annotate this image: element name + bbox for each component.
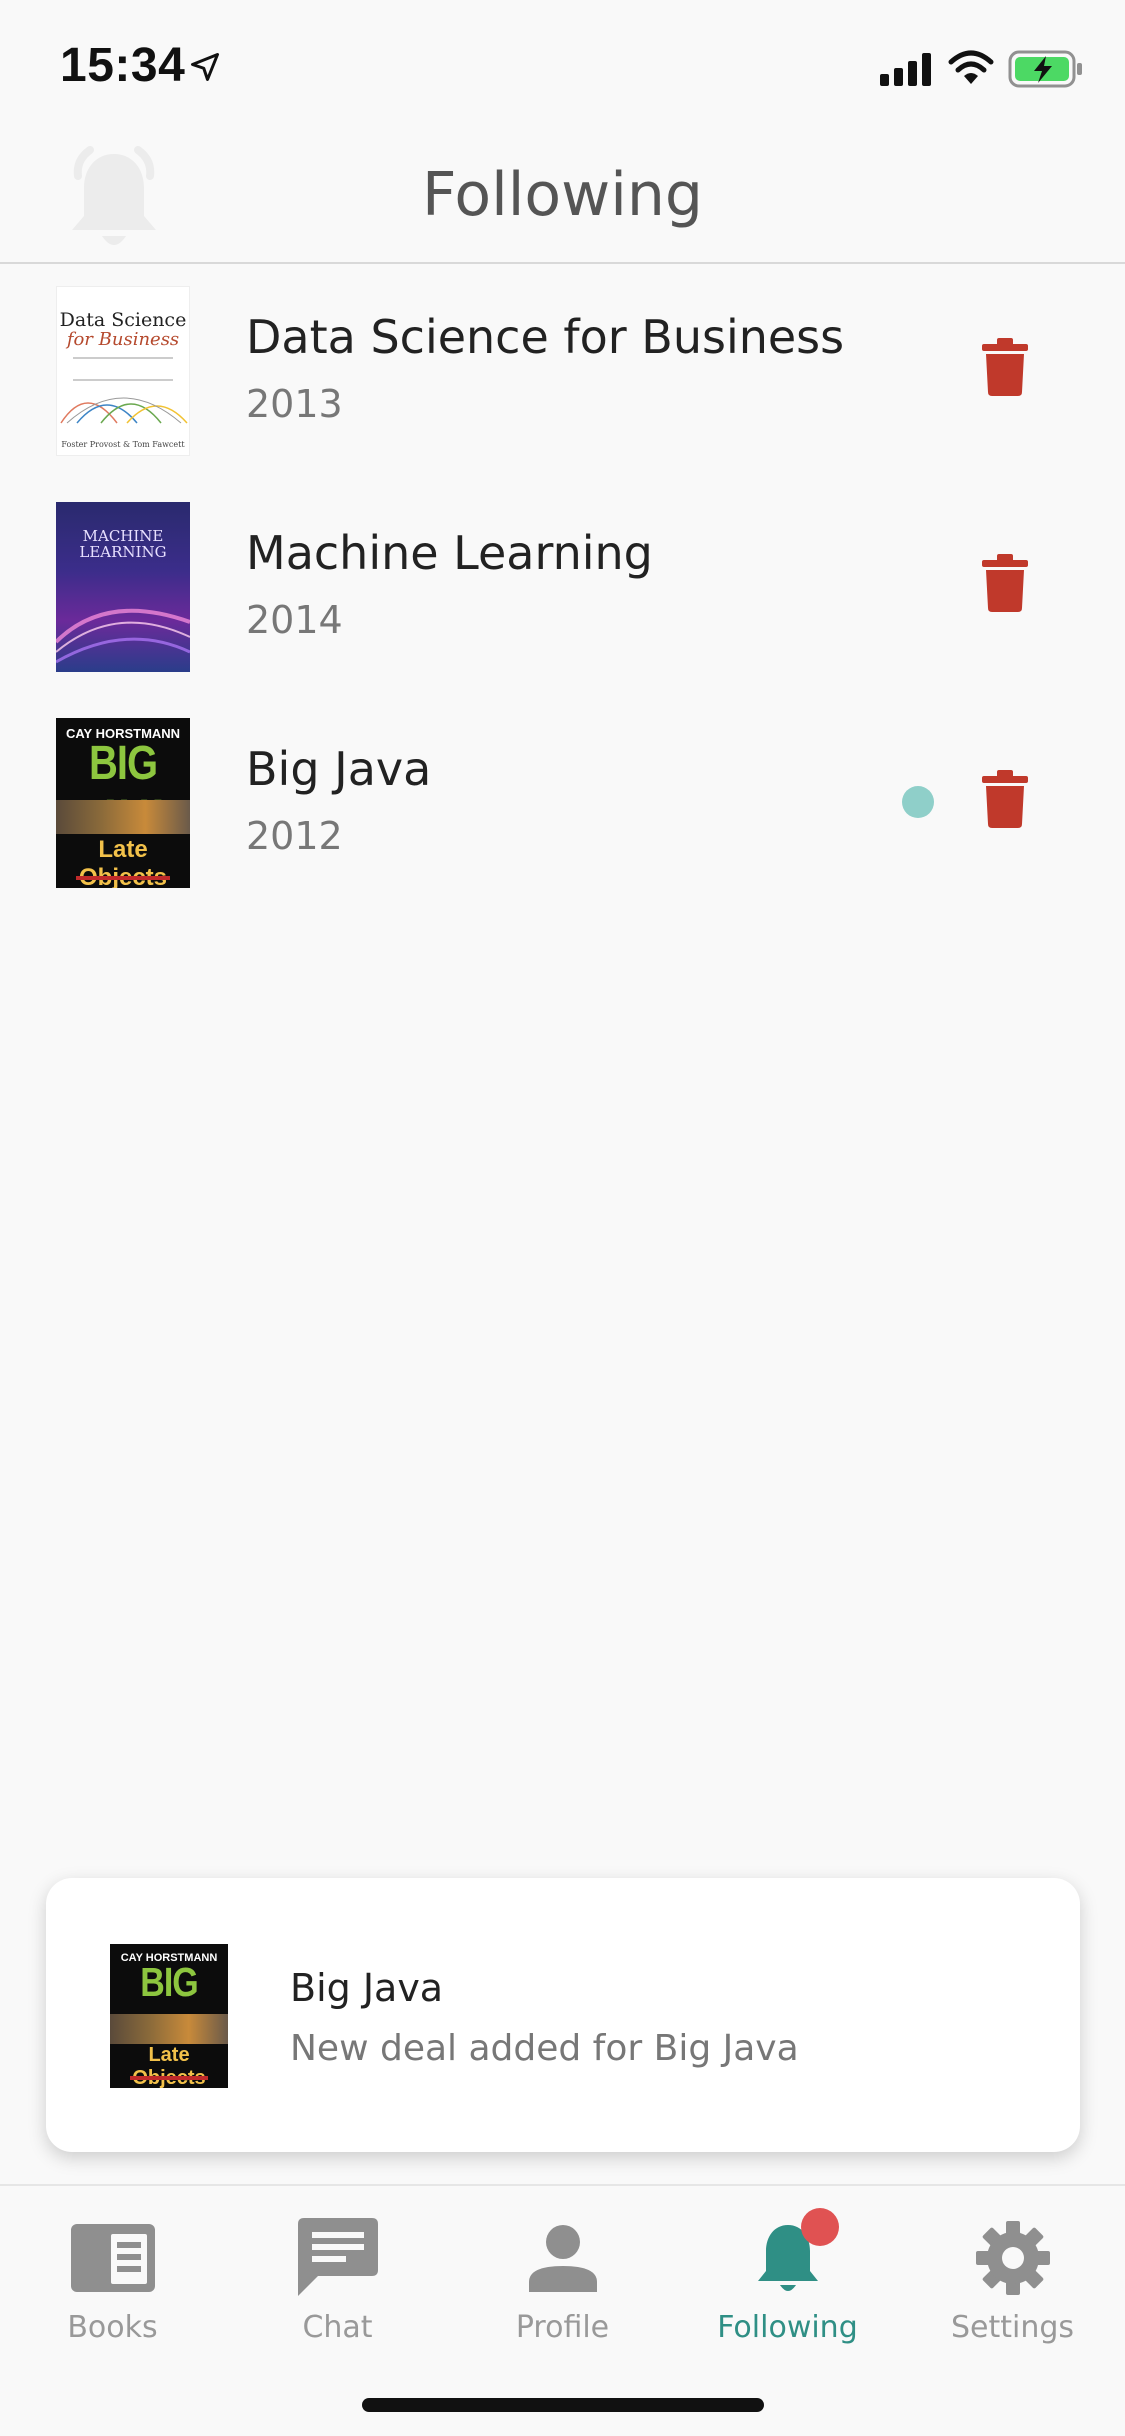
status-bar: 15:34 — [0, 0, 1125, 132]
cover-title: Data Science — [59, 309, 187, 331]
chat-icon — [297, 2218, 378, 2296]
book-cover-image: MACHINE LEARNING — [56, 502, 190, 672]
status-time: 15:34 — [60, 39, 186, 92]
tab-settings[interactable]: Settings — [900, 2198, 1125, 2358]
tab-chat[interactable]: Chat — [225, 2198, 450, 2358]
tab-label: Settings — [950, 2310, 1075, 2345]
person-icon — [528, 2225, 597, 2292]
book-year: 2013 — [246, 382, 343, 426]
location-arrow-icon — [191, 53, 219, 81]
book-cover-image: CAY HORSTMANN BIG JAVA Late Objects — [56, 718, 190, 888]
cover-subtitle: Late Objects — [132, 2044, 206, 2088]
gear-icon — [975, 2221, 1050, 2295]
toast-title: Big Java — [290, 1966, 444, 2010]
tab-label: Books — [67, 2310, 158, 2345]
book-cover-image: Data Science for Business Foster Provost… — [56, 286, 190, 456]
list-item[interactable]: Data Science for Business Foster Provost… — [0, 266, 1125, 482]
book-title: Big Java — [246, 742, 432, 796]
tab-label: Chat — [302, 2310, 373, 2345]
cover-title-line2: LEARNING — [79, 543, 167, 561]
cover-subtitle: for Business — [66, 329, 180, 350]
update-indicator-dot — [902, 786, 934, 818]
delete-trash-icon[interactable] — [982, 554, 1028, 612]
book-year: 2014 — [246, 598, 343, 642]
app-header: Following — [0, 132, 1125, 264]
wifi-icon — [948, 50, 994, 84]
cellular-signal-icon — [880, 53, 931, 86]
book-year: 2012 — [246, 814, 343, 858]
page-title: Following — [422, 160, 703, 230]
cover-authors: Foster Provost & Tom Fawcett — [61, 440, 185, 449]
battery-charging-icon — [1008, 50, 1082, 88]
tab-books[interactable]: Books — [0, 2198, 225, 2358]
list-item[interactable]: CAY HORSTMANN BIG JAVA Late Objects Big … — [0, 698, 1125, 914]
following-screen: 15:34 Following Data Science for Busines… — [0, 0, 1125, 2436]
following-list: Data Science for Business Foster Provost… — [0, 266, 1125, 914]
tab-following[interactable]: Following — [675, 2198, 900, 2358]
tab-label: Profile — [515, 2310, 610, 2345]
tab-profile[interactable]: Profile — [450, 2198, 675, 2358]
book-title: Data Science for Business — [246, 310, 845, 364]
tab-label: Following — [717, 2310, 858, 2345]
cover-subtitle: Late Objects — [79, 836, 167, 888]
book-title: Machine Learning — [246, 526, 653, 580]
toast-message: New deal added for Big Java — [290, 2028, 799, 2069]
delete-trash-icon[interactable] — [982, 770, 1028, 828]
notification-badge — [801, 2208, 839, 2246]
delete-trash-icon[interactable] — [982, 338, 1028, 396]
home-indicator[interactable] — [362, 2398, 764, 2412]
list-item[interactable]: MACHINE LEARNING Machine Learning 2014 — [0, 482, 1125, 698]
toast-book-cover-image: CAY HORSTMANN BIG JAVA Late Objects — [110, 1944, 228, 2088]
notification-toast[interactable]: CAY HORSTMANN BIG JAVA Late Objects Big … — [46, 1878, 1080, 2152]
book-icon — [70, 2224, 155, 2292]
